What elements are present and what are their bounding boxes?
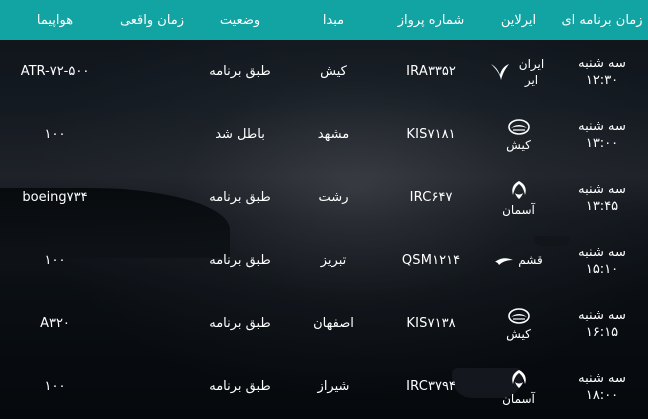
header-aircraft[interactable]: هواپیما <box>0 0 110 40</box>
origin-cell: رشت <box>318 190 349 205</box>
airline-cell: آسمان <box>481 355 556 418</box>
actual-time-cell <box>110 40 194 103</box>
actual-time-cell <box>110 166 194 229</box>
time-label: ۱۵:۱۰ <box>585 261 619 277</box>
header-status[interactable]: وضعیت <box>194 0 286 40</box>
airline-logo: آسمان <box>502 179 535 217</box>
airline-name: آسمان <box>502 391 535 406</box>
origin-cell: شیراز <box>317 379 350 394</box>
scheduled-time-cell: سه شنبه ۱۳:۴۵ <box>556 166 648 229</box>
kish-air-logo-icon <box>507 118 531 136</box>
table-row[interactable]: سه شنبه ۱۶:۱۵ کیش KIS۷۱۳۸ اصفهان طبق برن… <box>0 292 648 355</box>
day-label: سه شنبه <box>578 307 626 323</box>
aircraft-cell: ۱۰۰ <box>44 127 66 142</box>
time-label: ۱۳:۰۰ <box>585 135 619 151</box>
day-label: سه شنبه <box>578 244 626 260</box>
time-label: ۱۶:۱۵ <box>585 324 619 340</box>
time-label: ۱۲:۳۰ <box>585 72 619 88</box>
airline-name: ایران ایر <box>518 56 545 87</box>
day-label: سه شنبه <box>578 118 626 134</box>
airline-cell: کیش <box>481 103 556 166</box>
airline-name: آسمان <box>502 202 535 217</box>
scheduled-time-cell: سه شنبه ۱۵:۱۰ <box>556 229 648 292</box>
airline-cell: کیش <box>481 292 556 355</box>
table-row[interactable]: سه شنبه ۱۸:۰۰ آسمان IRC۳۷۹۴ شیراز طبق بر… <box>0 355 648 418</box>
table-header-row: زمان برنامه ای ایرلاین شماره پرواز مبدا … <box>0 0 648 40</box>
actual-time-cell <box>110 355 194 418</box>
scheduled-time-cell: سه شنبه ۱۶:۱۵ <box>556 292 648 355</box>
airline-cell: قشم <box>481 229 556 292</box>
flight-number: KIS۷۱۳۸ <box>406 316 456 331</box>
header-origin[interactable]: مبدا <box>286 0 381 40</box>
airline-logo: کیش <box>506 307 531 341</box>
kish-air-logo-icon <box>507 307 531 325</box>
status-cell: باطل شد <box>215 127 265 142</box>
origin-cell: مشهد <box>317 127 350 142</box>
origin-cell: کیش <box>320 64 347 79</box>
table-row[interactable]: سه شنبه ۱۵:۱۰ قشم QSM۱۲۱۴ تبریز طبق برنا… <box>0 229 648 292</box>
airline-logo: قشم <box>494 253 543 267</box>
table-row[interactable]: سه شنبه ۱۳:۰۰ کیش KIS۷۱۸۱ مشهد باطل شد ۱… <box>0 103 648 166</box>
actual-time-cell <box>110 103 194 166</box>
airline-logo: آسمان <box>502 368 535 406</box>
header-scheduled-time[interactable]: زمان برنامه ای <box>556 0 648 40</box>
status-cell: طبق برنامه <box>209 190 271 205</box>
flight-number: IRC۳۷۹۴ <box>406 379 456 394</box>
day-label: سه شنبه <box>578 55 626 71</box>
aircraft-cell: boeing۷۳۴ <box>22 190 88 205</box>
airline-name: قشم <box>518 253 543 267</box>
airline-cell: آسمان <box>481 166 556 229</box>
header-airline[interactable]: ایرلاین <box>481 0 556 40</box>
flight-number: QSM۱۲۱۴ <box>401 253 461 268</box>
airline-name: کیش <box>506 326 531 341</box>
scheduled-time-cell: سه شنبه ۱۲:۳۰ <box>556 40 648 103</box>
flight-number: KIS۷۱۸۱ <box>406 127 456 142</box>
day-label: سه شنبه <box>578 181 626 197</box>
flight-table: زمان برنامه ای ایرلاین شماره پرواز مبدا … <box>0 0 648 418</box>
scheduled-time-cell: سه شنبه ۱۸:۰۰ <box>556 355 648 418</box>
table-row[interactable]: سه شنبه ۱۳:۴۵ آسمان IRC۶۴۷ رشت طبق برنام… <box>0 166 648 229</box>
flight-number: IRC۶۴۷ <box>409 190 453 205</box>
flight-number: IRA۳۳۵۲ <box>406 64 456 79</box>
actual-time-cell <box>110 229 194 292</box>
actual-time-cell <box>110 292 194 355</box>
aseman-logo-icon <box>508 179 530 201</box>
aircraft-cell: ۱۰۰ <box>44 253 66 268</box>
airline-cell: ایران ایر <box>481 40 556 103</box>
day-label: سه شنبه <box>578 370 626 386</box>
aircraft-cell: ATR-۷۲-۵۰۰ <box>20 64 90 79</box>
airline-logo: ایران ایر <box>489 56 549 88</box>
status-cell: طبق برنامه <box>209 64 271 79</box>
table-row[interactable]: سه شنبه ۱۲:۳۰ ایران ایر IRA۳۳۵۲ کیش طبق … <box>0 40 648 103</box>
status-cell: طبق برنامه <box>209 316 271 331</box>
origin-cell: اصفهان <box>313 316 354 331</box>
time-label: ۱۳:۴۵ <box>585 198 619 214</box>
airline-name: کیش <box>506 137 531 152</box>
header-actual-time[interactable]: زمان واقعی <box>110 0 194 40</box>
header-flight-number[interactable]: شماره پرواز <box>381 0 481 40</box>
scheduled-time-cell: سه شنبه ۱۳:۰۰ <box>556 103 648 166</box>
status-cell: طبق برنامه <box>209 253 271 268</box>
status-cell: طبق برنامه <box>209 379 271 394</box>
airline-logo: کیش <box>506 118 531 152</box>
aircraft-cell: ۱۰۰ <box>44 379 66 394</box>
origin-cell: تبریز <box>320 253 347 268</box>
time-label: ۱۸:۰۰ <box>585 387 619 403</box>
aircraft-cell: A۳۲۰ <box>40 316 70 331</box>
iran-air-logo-icon <box>489 61 511 83</box>
qeshm-air-logo-icon <box>494 254 514 266</box>
aseman-logo-icon <box>508 368 530 390</box>
